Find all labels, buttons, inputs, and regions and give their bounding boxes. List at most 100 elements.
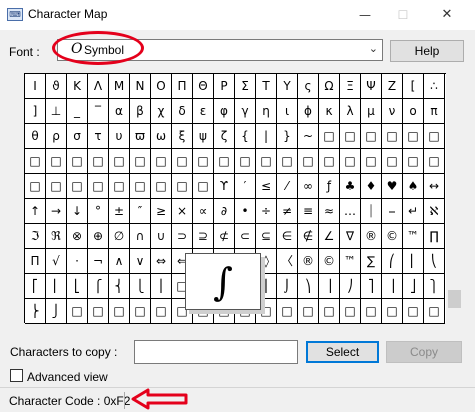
char-cell[interactable]: ≡ [298, 199, 319, 224]
char-cell[interactable]: ϖ [130, 124, 151, 149]
char-cell[interactable]: □ [361, 299, 382, 324]
char-cell[interactable]: ∪ [151, 224, 172, 249]
char-cell[interactable]: Ψ [361, 74, 382, 99]
char-cell[interactable]: ⎧ [88, 274, 109, 299]
char-cell[interactable]: □ [340, 299, 361, 324]
char-cell[interactable]: □ [25, 149, 46, 174]
char-cell[interactable]: ⎤ [361, 274, 382, 299]
char-cell[interactable]: ⋅ [67, 249, 88, 274]
char-cell[interactable]: ⁄ [277, 174, 298, 199]
char-cell[interactable]: Υ [277, 74, 298, 99]
char-cell[interactable]: ⊆ [256, 224, 277, 249]
char-cell[interactable]: ⎢ [46, 274, 67, 299]
char-cell[interactable]: ℑ [25, 224, 46, 249]
char-cell[interactable]: □ [403, 124, 424, 149]
char-cell[interactable]: φ [214, 99, 235, 124]
char-cell[interactable]: □ [424, 299, 445, 324]
char-cell[interactable]: □ [361, 124, 382, 149]
char-cell[interactable]: σ [67, 124, 88, 149]
char-cell[interactable]: ξ [172, 124, 193, 149]
char-cell[interactable]: ⎞ [298, 274, 319, 299]
char-cell[interactable]: ® [298, 249, 319, 274]
char-cell[interactable]: □ [130, 299, 151, 324]
advanced-view-checkbox[interactable] [10, 369, 23, 382]
char-cell[interactable]: □ [382, 124, 403, 149]
char-cell[interactable]: μ [361, 99, 382, 124]
char-cell[interactable]: ⎜ [403, 249, 424, 274]
char-cell[interactable]: ∩ [130, 224, 151, 249]
char-cell[interactable]: ] [25, 99, 46, 124]
char-cell[interactable]: □ [130, 174, 151, 199]
char-cell[interactable]: □ [340, 149, 361, 174]
char-cell[interactable]: ς [298, 74, 319, 99]
char-cell[interactable]: □ [256, 149, 277, 174]
char-cell[interactable]: ↓ [67, 199, 88, 224]
char-cell[interactable]: ⎦ [403, 274, 424, 299]
char-cell[interactable]: ↑ [25, 199, 46, 224]
char-cell[interactable]: ⇔ [151, 249, 172, 274]
char-cell[interactable]: ≈ [319, 199, 340, 224]
char-cell[interactable]: ♠ [403, 174, 424, 199]
char-cell[interactable]: Z [382, 74, 403, 99]
char-cell[interactable]: ϑ [46, 74, 67, 99]
char-cell[interactable]: ƒ [319, 174, 340, 199]
char-cell[interactable]: ⎣ [67, 274, 88, 299]
char-cell[interactable]: ⎭ [46, 299, 67, 324]
char-cell[interactable]: ⎫ [424, 274, 445, 299]
char-cell[interactable]: ⎛ [382, 249, 403, 274]
char-cell[interactable]: K [67, 74, 88, 99]
char-cell[interactable]: λ [340, 99, 361, 124]
copy-button[interactable]: Copy [386, 341, 462, 363]
char-cell[interactable]: □ [424, 149, 445, 174]
char-cell[interactable]: □ [151, 299, 172, 324]
char-cell[interactable]: ⊥ [46, 99, 67, 124]
char-cell[interactable]: → [46, 199, 67, 224]
char-cell[interactable]: ζ [214, 124, 235, 149]
char-cell[interactable]: | [256, 124, 277, 149]
char-cell[interactable]: □ [403, 149, 424, 174]
char-cell[interactable]: □ [109, 149, 130, 174]
char-cell[interactable]: © [319, 249, 340, 274]
char-cell[interactable]: π [424, 99, 445, 124]
scrollbar-thumb[interactable] [448, 290, 461, 308]
char-cell[interactable]: © [382, 224, 403, 249]
char-cell[interactable]: ≥ [151, 199, 172, 224]
char-cell[interactable]: ⎟ [319, 274, 340, 299]
char-cell[interactable]: □ [88, 299, 109, 324]
char-cell[interactable]: ≤ [256, 174, 277, 199]
char-cell[interactable]: ψ [193, 124, 214, 149]
char-cell[interactable]: ⏐ [361, 199, 382, 224]
char-cell[interactable]: o [403, 99, 424, 124]
char-cell[interactable]: … [340, 199, 361, 224]
char-cell[interactable]: ‾ [88, 99, 109, 124]
char-cell[interactable]: O [151, 74, 172, 99]
char-cell[interactable]: ⊇ [193, 224, 214, 249]
char-cell[interactable]: ♥ [382, 174, 403, 199]
char-cell[interactable]: ⊄ [214, 224, 235, 249]
char-cell[interactable]: ∧ [109, 249, 130, 274]
char-cell[interactable]: □ [403, 299, 424, 324]
char-cell[interactable]: η [256, 99, 277, 124]
char-cell[interactable]: □ [277, 299, 298, 324]
char-cell[interactable]: ⊗ [67, 224, 88, 249]
char-cell[interactable]: ⎝ [424, 249, 445, 274]
font-dropdown[interactable]: O Symbol ⌄ [57, 39, 383, 61]
char-cell[interactable]: ′ [235, 174, 256, 199]
char-cell[interactable]: ∈ [277, 224, 298, 249]
char-cell[interactable]: ↵ [403, 199, 424, 224]
char-cell[interactable]: ⎡ [25, 274, 46, 299]
char-cell[interactable]: M [109, 74, 130, 99]
char-cell[interactable]: χ [151, 99, 172, 124]
char-cell[interactable]: □ [382, 149, 403, 174]
char-cell[interactable]: 〈 [277, 249, 298, 274]
char-cell[interactable]: ⊃ [172, 224, 193, 249]
char-cell[interactable]: □ [46, 149, 67, 174]
char-cell[interactable]: □ [130, 149, 151, 174]
char-cell[interactable]: ∨ [130, 249, 151, 274]
char-cell[interactable]: □ [88, 174, 109, 199]
char-cell[interactable]: ♦ [361, 174, 382, 199]
char-cell[interactable]: □ [25, 174, 46, 199]
char-cell[interactable]: I [25, 74, 46, 99]
char-cell[interactable]: ℵ [424, 199, 445, 224]
char-cell[interactable]: ∑ [361, 249, 382, 274]
